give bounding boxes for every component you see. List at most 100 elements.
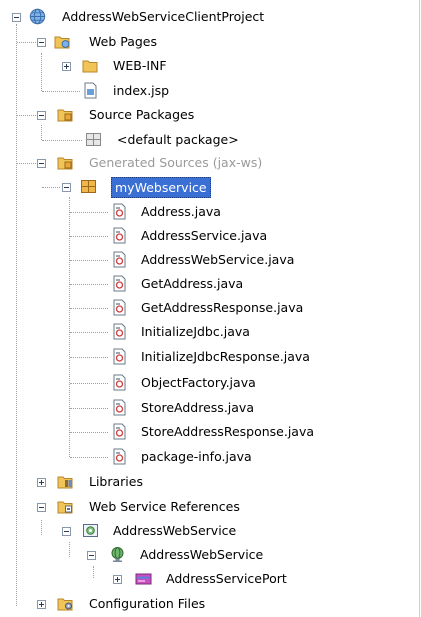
tree-row-configuration-files[interactable]: Configuration Files — [0, 593, 420, 615]
tree-row-generated-sources[interactable]: Generated Sources (jax-ws) — [0, 152, 420, 174]
collapse-toggle[interactable] — [37, 38, 46, 47]
ws-reference-label: AddressWebService — [113, 523, 237, 538]
web-pages-label: Web Pages — [89, 34, 157, 49]
tree-line — [70, 457, 108, 458]
tree-row-index-jsp[interactable]: index.jsp — [0, 80, 420, 102]
tree-line — [17, 42, 36, 43]
tree-row-java-file[interactable]: InitializeJdbc.java — [0, 321, 420, 343]
tree-line — [42, 187, 60, 188]
configuration-files-folder-icon — [57, 598, 73, 611]
tree-row-my-webservice[interactable]: myWebservice — [0, 176, 420, 198]
java-file-label: GetAddress.java — [141, 276, 244, 291]
tree-row-libraries[interactable]: Libraries — [0, 471, 420, 493]
tree-row-project[interactable]: AddressWebServiceClientProject — [0, 6, 420, 28]
tree-row-ws-reference[interactable]: AddressWebService — [0, 520, 420, 542]
ws-service-label: AddressWebService — [140, 547, 264, 562]
java-file-label: package-info.java — [141, 449, 252, 464]
collapse-toggle[interactable] — [62, 527, 71, 536]
tree-line — [17, 115, 36, 116]
java-file-label: InitializeJdbcResponse.java — [141, 349, 310, 364]
web-service-references-label: Web Service References — [89, 499, 240, 514]
java-file-icon — [113, 348, 126, 365]
folder-icon — [82, 60, 98, 73]
web-pages-folder-icon — [54, 36, 70, 49]
tree-line — [42, 140, 82, 141]
web-service-references-folder-icon — [57, 501, 73, 514]
tree-row-web-inf[interactable]: WEB-INF — [0, 55, 420, 77]
expand-toggle[interactable] — [37, 600, 46, 609]
java-file-icon — [113, 399, 126, 416]
collapse-toggle[interactable] — [12, 13, 21, 22]
collapse-toggle[interactable] — [62, 183, 71, 192]
java-file-icon — [113, 251, 126, 268]
java-file-icon — [113, 203, 126, 220]
tree-line — [70, 236, 108, 237]
tree-row-web-service-references[interactable]: Web Service References — [0, 496, 420, 518]
java-file-icon — [113, 227, 126, 244]
tree-line — [70, 432, 108, 433]
java-file-icon — [113, 374, 126, 391]
java-file-label: StoreAddressResponse.java — [141, 424, 315, 439]
java-file-icon — [113, 448, 126, 465]
java-file-icon — [113, 323, 126, 340]
generated-sources-label: Generated Sources (jax-ws) — [89, 155, 263, 170]
tree-row-java-file[interactable]: StoreAddressResponse.java — [0, 421, 420, 443]
collapse-toggle[interactable] — [37, 159, 46, 168]
java-file-label: GetAddressResponse.java — [141, 300, 304, 315]
project-label: AddressWebServiceClientProject — [62, 9, 265, 24]
tree-row-java-file[interactable]: AddressService.java — [0, 225, 420, 247]
tree-row-service-port[interactable]: AddressServicePort — [0, 568, 420, 590]
tree-line — [70, 383, 108, 384]
tree-line — [70, 212, 108, 213]
tree-row-source-packages[interactable]: Source Packages — [0, 104, 420, 126]
tree-line — [70, 357, 108, 358]
tree-row-default-package[interactable]: <default package> — [0, 129, 420, 151]
my-webservice-label: myWebservice — [111, 177, 211, 198]
tree-row-java-file[interactable]: AddressWebService.java — [0, 249, 420, 271]
tree-line — [70, 284, 108, 285]
tree-row-java-file[interactable]: StoreAddress.java — [0, 397, 420, 419]
web-project-globe-icon — [29, 8, 46, 25]
package-icon — [81, 180, 96, 193]
web-service-globe-icon — [111, 547, 124, 562]
index-jsp-label: index.jsp — [113, 83, 170, 98]
tree-line — [70, 332, 108, 333]
source-packages-label: Source Packages — [89, 107, 195, 122]
web-service-reference-icon — [83, 524, 98, 537]
tree-line — [70, 260, 108, 261]
java-file-label: StoreAddress.java — [141, 400, 254, 415]
tree-row-ws-service[interactable]: AddressWebService — [0, 544, 420, 566]
expand-toggle[interactable] — [113, 575, 122, 584]
java-file-label: AddressService.java — [141, 228, 268, 243]
java-file-label: InitializeJdbc.java — [141, 324, 250, 339]
web-inf-label: WEB-INF — [113, 58, 167, 73]
collapse-toggle[interactable] — [37, 503, 46, 512]
expand-toggle[interactable] — [37, 478, 46, 487]
expand-toggle[interactable] — [62, 62, 71, 71]
java-file-icon — [113, 299, 126, 316]
source-packages-folder-icon — [57, 109, 73, 122]
tree-row-java-file[interactable]: InitializeJdbcResponse.java — [0, 346, 420, 368]
tree-line — [42, 91, 80, 92]
service-port-label: AddressServicePort — [166, 571, 287, 586]
tree-line — [70, 408, 108, 409]
configuration-files-label: Configuration Files — [89, 596, 206, 611]
project-tree: AddressWebServiceClientProject Web Pages… — [0, 0, 421, 617]
empty-package-icon — [86, 133, 101, 146]
default-package-label: <default package> — [117, 132, 239, 147]
jsp-file-icon — [84, 82, 97, 99]
tree-row-java-file[interactable]: Address.java — [0, 201, 420, 223]
tree-row-java-file[interactable]: GetAddressResponse.java — [0, 297, 420, 319]
collapse-toggle[interactable] — [37, 111, 46, 120]
generated-sources-folder-icon — [57, 157, 73, 170]
collapse-toggle[interactable] — [87, 551, 96, 560]
tree-row-web-pages[interactable]: Web Pages — [0, 31, 420, 53]
tree-line — [17, 163, 36, 164]
tree-row-java-file[interactable]: package-info.java — [0, 446, 420, 468]
tree-line — [70, 308, 108, 309]
libraries-folder-icon — [57, 476, 73, 489]
tree-row-java-file[interactable]: GetAddress.java — [0, 273, 420, 295]
java-file-icon — [113, 423, 126, 440]
java-file-icon — [113, 275, 126, 292]
tree-row-java-file[interactable]: ObjectFactory.java — [0, 372, 420, 394]
